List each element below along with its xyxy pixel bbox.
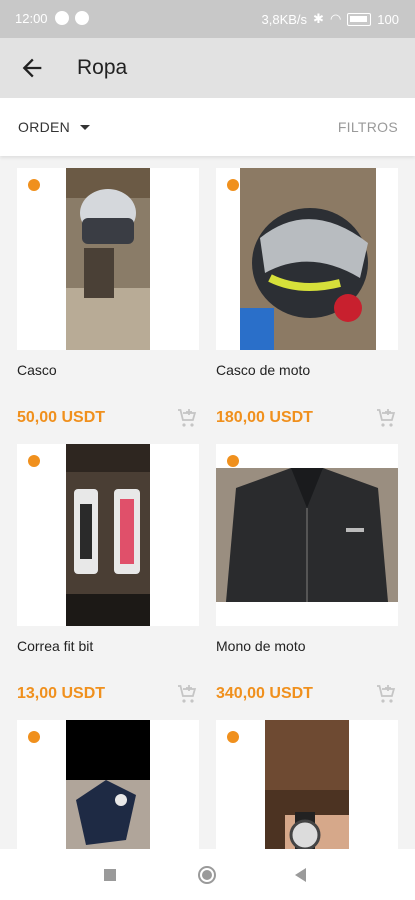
product-price: 340,00 USDT	[216, 685, 313, 702]
status-bar: 12:00 3,8KB/s ✱ ◠ 100	[0, 0, 415, 38]
product-card[interactable]: Mono de moto 340,00 USDT	[216, 444, 402, 706]
leather-suit-photo	[216, 468, 398, 602]
product-image[interactable]	[216, 720, 398, 849]
product-price: 13,00 USDT	[17, 685, 106, 702]
sort-dropdown[interactable]: ORDEN	[18, 119, 91, 135]
product-card[interactable]	[17, 720, 203, 849]
system-nav-bar	[0, 849, 415, 900]
app-bar: Ropa	[0, 38, 415, 98]
product-image[interactable]	[17, 168, 199, 350]
product-price: 180,00 USDT	[216, 409, 313, 426]
bluetooth-icon: ✱	[313, 11, 324, 26]
watch-strap-photo	[66, 444, 150, 626]
status-dot	[28, 731, 40, 743]
product-image[interactable]	[216, 444, 398, 626]
add-to-cart-icon[interactable]	[175, 406, 199, 430]
product-name: Casco	[17, 362, 57, 378]
add-to-cart-icon[interactable]	[175, 682, 199, 706]
status-dot	[227, 455, 239, 467]
square-icon[interactable]	[104, 869, 116, 881]
product-card[interactable]: Casco 50,00 USDT	[17, 168, 203, 430]
product-name: Mono de moto	[216, 638, 306, 654]
battery-level: 100	[377, 11, 399, 27]
product-price: 50,00 USDT	[17, 409, 106, 426]
status-time: 12:00	[15, 11, 48, 26]
page-title: Ropa	[77, 56, 128, 79]
add-to-cart-icon[interactable]	[374, 682, 398, 706]
product-grid: Casco 50,00 USDT Casco de moto 180,00 US…	[0, 156, 415, 849]
product-card[interactable]	[216, 720, 402, 849]
product-name: Correa fit bit	[17, 638, 94, 654]
caret-down-icon	[80, 124, 91, 130]
circle-icon[interactable]	[198, 866, 216, 884]
sort-label: ORDEN	[18, 119, 71, 135]
triangle-back-icon[interactable]	[295, 868, 306, 882]
network-speed: 3,8KB/s	[261, 11, 308, 27]
gear-photo	[66, 720, 150, 849]
product-image[interactable]	[17, 444, 199, 626]
product-card[interactable]: Correa fit bit 13,00 USDT	[17, 444, 203, 706]
arrow-left-icon[interactable]	[18, 54, 46, 82]
product-card[interactable]: Casco de moto 180,00 USDT	[216, 168, 402, 430]
motorcycle-helmet-photo	[240, 168, 376, 350]
wifi-icon: ◠	[329, 11, 342, 26]
notification-icon	[75, 11, 89, 25]
status-dot	[227, 179, 239, 191]
helmet-photo	[66, 168, 150, 350]
wristwatch-photo	[265, 720, 349, 849]
notification-icon	[55, 11, 69, 25]
product-image[interactable]	[17, 720, 199, 849]
sort-filter-bar: ORDEN FILTROS	[0, 98, 415, 156]
product-name: Casco de moto	[216, 362, 311, 378]
product-image[interactable]	[216, 168, 398, 350]
status-dot	[28, 455, 40, 467]
status-dot	[28, 179, 40, 191]
filters-button[interactable]: FILTROS	[338, 119, 398, 135]
status-dot	[227, 731, 239, 743]
battery-icon	[347, 12, 372, 26]
add-to-cart-icon[interactable]	[374, 406, 398, 430]
